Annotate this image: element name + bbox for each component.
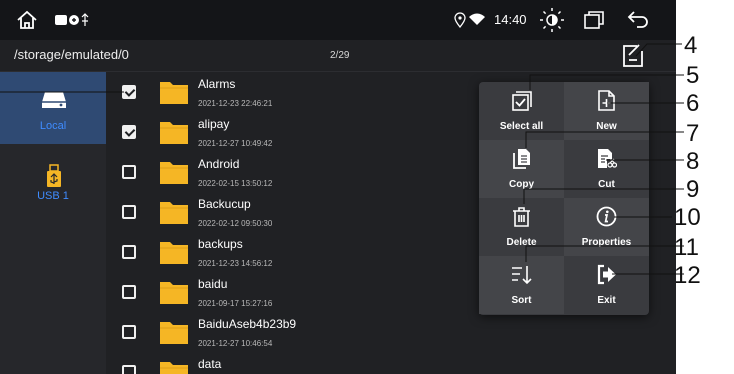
- back-icon[interactable]: [627, 10, 649, 30]
- menu-label: Select all: [499, 121, 544, 132]
- selection-count: 2/29: [330, 50, 350, 61]
- file-manager-screen: 14:40 /storage/emulated/0 2/29 Local USB…: [0, 0, 676, 374]
- menu-label: Copy: [509, 179, 534, 190]
- callout-number: 7: [686, 120, 700, 147]
- properties-button[interactable]: Properties: [564, 198, 649, 256]
- sidebar: Local USB 1: [0, 72, 106, 374]
- checkbox[interactable]: [122, 205, 136, 219]
- callout-number: 9: [686, 176, 700, 203]
- usb-icon: [47, 164, 61, 187]
- checkbox-checked[interactable]: [122, 85, 136, 99]
- sidebar-item-local[interactable]: Local: [0, 72, 106, 144]
- brightness-icon[interactable]: [539, 7, 565, 33]
- menu-label: Delete: [506, 237, 537, 248]
- file-name: baidu: [198, 277, 228, 291]
- home-icon[interactable]: [16, 9, 38, 31]
- sidebar-item-label: Local: [39, 120, 67, 132]
- status-bar: 14:40: [0, 0, 676, 40]
- copy-icon: [513, 149, 530, 169]
- exit-icon: [597, 264, 616, 285]
- checkbox[interactable]: [122, 325, 136, 339]
- callout-number: 8: [686, 148, 700, 175]
- sort-button[interactable]: Sort: [479, 256, 564, 314]
- file-date: 2021-09-17 15:27:16: [198, 299, 273, 308]
- window-icon[interactable]: [584, 11, 604, 29]
- file-date: 2021-12-23 14:56:12: [198, 259, 273, 268]
- file-name: alipay: [198, 117, 230, 131]
- callout-number: 4: [684, 32, 698, 59]
- file-name: BaiduAseb4b23b9: [198, 317, 297, 331]
- select-all-button[interactable]: Select all: [479, 82, 564, 140]
- new-file-icon: [598, 90, 615, 111]
- sidebar-item-usb[interactable]: USB 1: [0, 148, 106, 220]
- file-name: Backucup: [198, 197, 251, 211]
- edit-menu-icon[interactable]: [620, 43, 646, 69]
- callout-number: 11: [674, 234, 699, 261]
- callout-number: 6: [686, 90, 700, 117]
- list-item[interactable]: BaiduAseb4b23b9 2021-12-27 10:46:54: [106, 312, 676, 352]
- file-name: data: [198, 357, 222, 371]
- delete-icon: [513, 207, 530, 227]
- callout-number: 10: [674, 204, 701, 231]
- file-date: 2022-02-15 13:50:12: [198, 179, 273, 188]
- folder-icon: [160, 202, 188, 224]
- info-icon: [596, 206, 617, 227]
- sidebar-item-label: USB 1: [37, 190, 69, 202]
- list-item[interactable]: data: [106, 352, 676, 374]
- folder-icon: [160, 122, 188, 144]
- checkbox-checked[interactable]: [122, 125, 136, 139]
- cut-icon: [598, 149, 617, 168]
- folder-icon: [160, 82, 188, 104]
- file-date: 2022-02-12 09:50:30: [198, 219, 273, 228]
- folder-icon: [160, 162, 188, 184]
- file-name: Android: [198, 157, 240, 171]
- current-path: /storage/emulated/0: [14, 47, 129, 62]
- callout-number: 5: [686, 62, 700, 89]
- clock: 14:40: [494, 12, 527, 27]
- notification-icons: [55, 13, 89, 26]
- folder-icon: [160, 282, 188, 304]
- menu-label: Exit: [597, 295, 616, 306]
- folder-icon: [160, 242, 188, 264]
- checkbox[interactable]: [122, 365, 136, 374]
- file-name: Alarms: [198, 77, 236, 91]
- wifi-icon: [469, 13, 485, 25]
- menu-label: Cut: [598, 179, 615, 190]
- checkbox[interactable]: [122, 245, 136, 259]
- select-all-icon: [512, 91, 532, 111]
- sort-icon: [512, 266, 532, 285]
- folder-icon: [160, 322, 188, 344]
- file-date: 2021-12-23 22:46:21: [198, 99, 273, 108]
- new-button[interactable]: New: [564, 82, 649, 140]
- copy-button[interactable]: Copy: [479, 140, 564, 198]
- file-date: 2021-12-27 10:46:54: [198, 339, 273, 348]
- path-bar: /storage/emulated/0 2/29: [0, 40, 676, 72]
- cut-button[interactable]: Cut: [564, 140, 649, 198]
- folder-icon: [160, 362, 188, 374]
- drive-icon: [42, 92, 66, 108]
- edit-popup-menu: Select all New Copy Cut Delete Propertie…: [479, 82, 649, 315]
- checkbox[interactable]: [122, 285, 136, 299]
- file-name: backups: [198, 237, 243, 251]
- menu-label: Properties: [581, 237, 632, 248]
- exit-button[interactable]: Exit: [564, 256, 649, 314]
- delete-button[interactable]: Delete: [479, 198, 564, 256]
- checkbox[interactable]: [122, 165, 136, 179]
- menu-label: Sort: [511, 295, 532, 306]
- menu-label: New: [596, 121, 617, 132]
- location-icon: [454, 12, 466, 28]
- callout-number: 12: [674, 262, 701, 289]
- file-date: 2021-12-27 10:49:42: [198, 139, 273, 148]
